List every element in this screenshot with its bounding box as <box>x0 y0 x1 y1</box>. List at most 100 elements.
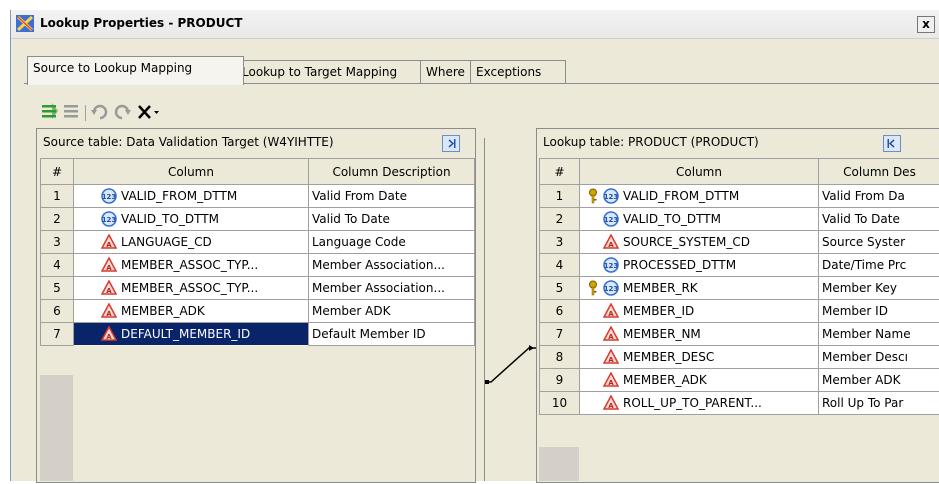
table-row[interactable]: 4123PROCESSED_DTTMDate/Time Prc <box>540 254 939 277</box>
svg-text:A: A <box>608 379 614 387</box>
column-name-cell[interactable]: ASOURCE_SYSTEM_CD <box>580 231 819 254</box>
table-row[interactable]: 2123VALID_TO_DTTMValid To Date <box>540 208 939 231</box>
column-name-cell[interactable]: 123VALID_TO_DTTM <box>580 208 819 231</box>
column-header-description[interactable]: Column Des <box>819 159 939 185</box>
collapse-left-button[interactable] <box>883 135 901 152</box>
column-name-cell[interactable]: AROLL_UP_TO_PARENT... <box>580 392 819 415</box>
numeric-type-icon: 123 <box>603 188 619 204</box>
column-name-cell[interactable]: AMEMBER_ID <box>580 300 819 323</box>
column-name-cell[interactable]: ALANGUAGE_CD <box>74 231 309 254</box>
table-row[interactable]: 5AMEMBER_ASSOC_TYP...Member Association.… <box>41 277 475 300</box>
table-row[interactable]: 8AMEMBER_DESCMember Descı <box>540 346 939 369</box>
mapping-area[interactable] <box>484 138 538 481</box>
row-number[interactable]: 1 <box>540 185 580 208</box>
column-description[interactable]: Source Syster <box>819 231 939 254</box>
row-number[interactable]: 4 <box>41 254 74 277</box>
column-description[interactable]: Valid From Da <box>819 185 939 208</box>
table-row[interactable]: 1123VALID_FROM_DTTMValid From Date <box>41 185 475 208</box>
row-number[interactable]: 2 <box>41 208 74 231</box>
table-row[interactable]: 6AMEMBER_IDMember ID <box>540 300 939 323</box>
row-number[interactable]: 4 <box>540 254 580 277</box>
row-number[interactable]: 9 <box>540 369 580 392</box>
row-number[interactable]: 6 <box>41 300 74 323</box>
column-name: MEMBER_DESC <box>623 350 714 364</box>
column-name-cell[interactable]: 123VALID_FROM_DTTM <box>580 185 819 208</box>
column-name-cell[interactable]: AMEMBER_ASSOC_TYP... <box>74 254 309 277</box>
column-name-cell[interactable]: ADEFAULT_MEMBER_ID <box>74 323 309 346</box>
row-number[interactable]: 8 <box>540 346 580 369</box>
column-name: ROLL_UP_TO_PARENT... <box>623 396 762 410</box>
column-name-cell[interactable]: AMEMBER_ADK <box>74 300 309 323</box>
table-row[interactable]: 5123MEMBER_RKMember Key <box>540 277 939 300</box>
column-description[interactable]: Date/Time Prc <box>819 254 939 277</box>
row-number[interactable]: 1 <box>41 185 74 208</box>
column-name-cell[interactable]: 123PROCESSED_DTTM <box>580 254 819 277</box>
row-number[interactable]: 2 <box>540 208 580 231</box>
column-name-cell[interactable]: 123VALID_FROM_DTTM <box>74 185 309 208</box>
table-row[interactable]: 10AROLL_UP_TO_PARENT...Roll Up To Par <box>540 392 939 415</box>
svg-text:A: A <box>106 264 112 272</box>
column-description[interactable]: Member Descı <box>819 346 939 369</box>
column-description[interactable]: Member Key <box>819 277 939 300</box>
primary-key-icon <box>587 280 599 296</box>
column-description[interactable]: Valid To Date <box>819 208 939 231</box>
lookup-table-panel: Lookup table: PRODUCT (PRODUCT) # Column… <box>536 128 939 483</box>
column-name-cell[interactable]: 123VALID_TO_DTTM <box>74 208 309 231</box>
tab-source-to-lookup[interactable]: Source to Lookup Mapping <box>27 56 244 85</box>
column-name-cell[interactable]: AMEMBER_ASSOC_TYP... <box>74 277 309 300</box>
column-description[interactable]: Member ID <box>819 300 939 323</box>
character-type-icon: A <box>101 280 117 296</box>
table-row[interactable]: 7ADEFAULT_MEMBER_IDDefault Member ID <box>41 323 475 346</box>
undo-icon[interactable] <box>91 103 109 121</box>
column-description[interactable]: Valid From Date <box>309 185 475 208</box>
column-name-cell[interactable]: AMEMBER_ADK <box>580 369 819 392</box>
column-description[interactable]: Member Name <box>819 323 939 346</box>
column-description[interactable]: Valid To Date <box>309 208 475 231</box>
tab-exceptions[interactable]: Exceptions <box>470 60 566 84</box>
column-name: MEMBER_ID <box>623 304 694 318</box>
table-row[interactable]: 1123VALID_FROM_DTTMValid From Da <box>540 185 939 208</box>
table-row[interactable]: 6AMEMBER_ADKMember ADK <box>41 300 475 323</box>
row-number[interactable]: 7 <box>540 323 580 346</box>
column-header-number[interactable]: # <box>540 159 580 185</box>
table-row[interactable]: 3ASOURCE_SYSTEM_CDSource Syster <box>540 231 939 254</box>
row-header-filler <box>539 447 579 481</box>
svg-text:A: A <box>106 241 112 249</box>
table-row[interactable]: 4AMEMBER_ASSOC_TYP...Member Association.… <box>41 254 475 277</box>
table-row[interactable]: 2123VALID_TO_DTTMValid To Date <box>41 208 475 231</box>
column-name-cell[interactable]: AMEMBER_NM <box>580 323 819 346</box>
delete-dropdown-icon[interactable] <box>137 103 161 121</box>
table-row[interactable]: 7AMEMBER_NMMember Name <box>540 323 939 346</box>
character-type-icon: A <box>603 372 619 388</box>
row-number[interactable]: 3 <box>540 231 580 254</box>
column-name-cell[interactable]: AMEMBER_DESC <box>580 346 819 369</box>
row-number[interactable]: 5 <box>41 277 74 300</box>
source-columns-table: # Column Column Description 1123VALID_FR… <box>40 158 475 346</box>
column-header-number[interactable]: # <box>41 159 74 185</box>
column-name-cell[interactable]: 123MEMBER_RK <box>580 277 819 300</box>
column-description[interactable]: Member ADK <box>819 369 939 392</box>
row-number[interactable]: 6 <box>540 300 580 323</box>
title-bar[interactable]: Lookup Properties - PRODUCT x <box>11 10 939 39</box>
table-row[interactable]: 9AMEMBER_ADKMember ADK <box>540 369 939 392</box>
row-number[interactable]: 7 <box>41 323 74 346</box>
expand-right-button[interactable] <box>442 135 460 152</box>
column-description[interactable]: Roll Up To Par <box>819 392 939 415</box>
column-description[interactable]: Member Association... <box>309 277 475 300</box>
row-number[interactable]: 10 <box>540 392 580 415</box>
column-description[interactable]: Language Code <box>309 231 475 254</box>
column-description[interactable]: Default Member ID <box>309 323 475 346</box>
column-header-column[interactable]: Column <box>580 159 819 185</box>
column-header-column[interactable]: Column <box>74 159 309 185</box>
close-button[interactable]: x <box>917 16 935 33</box>
table-row[interactable]: 3ALANGUAGE_CDLanguage Code <box>41 231 475 254</box>
column-description[interactable]: Member Association... <box>309 254 475 277</box>
redo-icon[interactable] <box>113 103 131 121</box>
map-all-icon[interactable] <box>41 103 59 121</box>
column-description[interactable]: Member ADK <box>309 300 475 323</box>
tab-lookup-to-target[interactable]: Lookup to Target Mapping <box>236 60 428 84</box>
row-number[interactable]: 5 <box>540 277 580 300</box>
column-header-description[interactable]: Column Description <box>309 159 475 185</box>
row-number[interactable]: 3 <box>41 231 74 254</box>
unmap-icon[interactable] <box>63 103 81 121</box>
